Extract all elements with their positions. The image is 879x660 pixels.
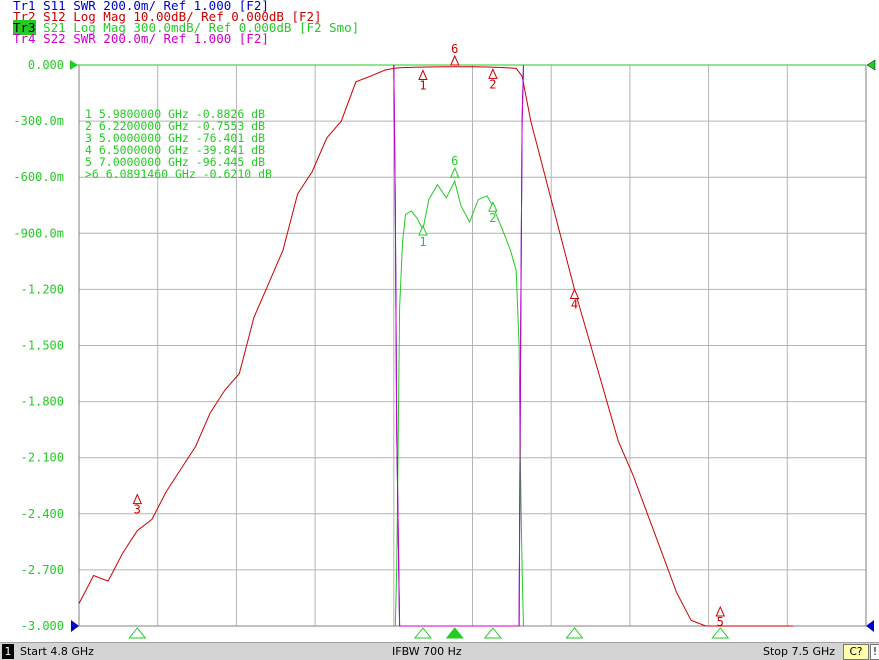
y-tick-label: 0.000 xyxy=(28,58,64,72)
reference-arrow-left-icon xyxy=(70,60,78,70)
scale-arrow-right-icon xyxy=(866,620,874,632)
y-tick-label: -300.0m xyxy=(13,114,64,128)
marker-readout-6: >6 6.0891460 GHz -0.6210 dB xyxy=(85,167,272,181)
stimulus-marker-3-icon[interactable] xyxy=(128,627,147,639)
channel-indicator[interactable]: 1 xyxy=(2,644,14,659)
trace-plot[interactable]: 0.000 -300.0m -600.0m -900.0m -1.200 -1.500 -1… xyxy=(0,0,879,642)
y-tick-label: -2.400 xyxy=(21,507,64,521)
active-stimulus-marker-icon[interactable] xyxy=(446,628,463,638)
status-bar: 1 Start 4.8 GHz IFBW 700 Hz Stop 7.5 GHz… xyxy=(0,642,879,660)
marker-4-s12-label: 4 xyxy=(571,298,578,312)
marker-6-s12-label: 6 xyxy=(451,42,458,56)
marker-2-s12-label: 2 xyxy=(489,77,496,91)
warning-indicator[interactable]: ! xyxy=(870,644,879,660)
reference-arrow-right-icon xyxy=(866,59,876,71)
y-tick-label: -900.0m xyxy=(13,226,64,240)
marker-6-s12-icon[interactable] xyxy=(449,54,460,66)
stimulus-marker-5-icon[interactable] xyxy=(711,627,730,639)
y-tick-label: -1.500 xyxy=(21,339,64,353)
y-tick-label: -2.100 xyxy=(21,451,64,465)
marker-2-s21-label: 2 xyxy=(489,211,496,225)
marker-2-s21-icon[interactable] xyxy=(488,201,498,212)
marker-3-s12-label: 3 xyxy=(134,503,141,517)
stimulus-marker-4-icon[interactable] xyxy=(565,627,584,639)
scale-arrow-left-icon xyxy=(71,620,79,632)
y-tick-label: -1.800 xyxy=(21,395,64,409)
marker-6-s21-label: 6 xyxy=(451,154,458,168)
y-tick-label: -600.0m xyxy=(13,170,64,184)
ifbw-readout[interactable]: IFBW 700 Hz xyxy=(392,643,462,660)
stop-frequency[interactable]: Stop 7.5 GHz xyxy=(763,643,835,660)
stimulus-marker-1-icon[interactable] xyxy=(413,627,432,639)
stimulus-marker-2-icon[interactable] xyxy=(483,627,502,639)
y-tick-label: -1.200 xyxy=(21,282,64,296)
marker-1-s21-label: 1 xyxy=(419,235,426,249)
trace-s21-line xyxy=(394,179,524,627)
y-tick-label: -2.700 xyxy=(21,563,64,577)
y-tick-label: -3.000 xyxy=(21,619,64,633)
calibration-status[interactable]: C? xyxy=(843,644,869,660)
start-frequency[interactable]: Start 4.8 GHz xyxy=(20,643,94,660)
marker-6-s21-icon[interactable] xyxy=(449,166,460,178)
marker-1-s12-label: 1 xyxy=(419,78,426,92)
marker-1-s21-icon[interactable] xyxy=(418,224,428,236)
marker-5-s12-label: 5 xyxy=(717,615,724,629)
